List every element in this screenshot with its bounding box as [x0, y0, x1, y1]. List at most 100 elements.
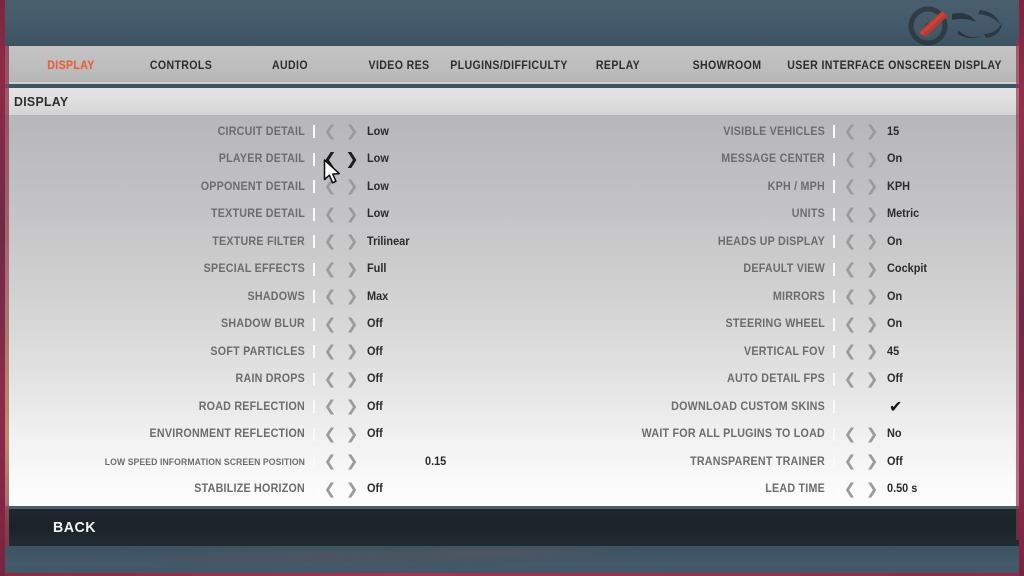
setting-stepper[interactable]: ❮ ❯ — [319, 316, 363, 332]
chevron-left-icon[interactable]: ❮ — [319, 399, 341, 414]
setting-stepper[interactable]: ❮ ❯ — [839, 344, 883, 359]
tab-audio[interactable]: AUDIO — [229, 46, 350, 84]
setting-row[interactable]: WAIT FOR ALL PLUGINS TO LOAD ❮ ❯ No — [535, 421, 1015, 449]
setting-stepper[interactable]: ❮ ❯ — [319, 179, 363, 194]
chevron-left-icon[interactable]: ❮ — [839, 234, 861, 249]
chevron-left-icon[interactable]: ❮ — [839, 371, 861, 387]
setting-row[interactable]: ENVIRONMENT REFLECTION ❮ ❯ Off — [15, 421, 495, 449]
chevron-right-icon[interactable]: ❯ — [861, 344, 883, 359]
chevron-right-icon[interactable]: ❯ — [341, 399, 363, 414]
setting-row[interactable]: VERTICAL FOV ❮ ❯ 45 — [535, 338, 1015, 366]
setting-row[interactable]: VISIBLE VEHICLES ❮ ❯ 15 — [535, 118, 1015, 146]
setting-stepper[interactable]: ❮ ❯ — [839, 454, 883, 469]
setting-row[interactable]: DEFAULT VIEW ❮ ❯ Cockpit — [535, 256, 1015, 284]
setting-row[interactable]: STABILIZE HORIZON ❮ ❯ Off — [15, 476, 495, 504]
setting-row[interactable]: TEXTURE FILTER ❮ ❯ Trilinear — [15, 228, 495, 256]
tab-display[interactable]: DISPLAY — [10, 46, 131, 84]
chevron-right-icon[interactable]: ❯ — [341, 371, 363, 387]
tab-replay[interactable]: REPLAY — [557, 46, 678, 84]
chevron-right-icon[interactable]: ❯ — [341, 454, 363, 469]
setting-stepper[interactable]: ❮ ❯ — [319, 454, 363, 469]
chevron-right-icon[interactable]: ❯ — [341, 234, 363, 249]
chevron-right-icon[interactable]: ❯ — [341, 426, 363, 442]
checkmark-icon[interactable]: ✔ — [889, 398, 902, 415]
chevron-left-icon[interactable]: ❮ — [839, 261, 861, 277]
chevron-right-icon[interactable]: ❯ — [341, 124, 363, 139]
chevron-left-icon[interactable]: ❮ — [839, 151, 861, 167]
setting-row[interactable]: OPPONENT DETAIL ❮ ❯ Low — [15, 173, 495, 201]
chevron-left-icon[interactable]: ❮ — [839, 289, 861, 304]
setting-row[interactable]: MIRRORS ❮ ❯ On — [535, 283, 1015, 311]
chevron-left-icon[interactable]: ❮ — [319, 454, 341, 469]
chevron-left-icon[interactable]: ❮ — [839, 426, 861, 442]
setting-row[interactable]: SHADOW BLUR ❮ ❯ Off — [15, 311, 495, 339]
setting-row[interactable]: RAIN DROPS ❮ ❯ Off — [15, 366, 495, 394]
setting-stepper[interactable]: ❮ ❯ — [319, 481, 363, 497]
chevron-right-icon[interactable]: ❯ — [861, 289, 883, 304]
chevron-right-icon[interactable]: ❯ — [341, 179, 363, 194]
setting-stepper[interactable]: ❮ ❯ — [319, 289, 363, 304]
setting-row[interactable]: LEAD TIME ❮ ❯ 0.50 s — [535, 476, 1015, 504]
chevron-left-icon[interactable]: ❮ — [319, 206, 341, 222]
chevron-right-icon[interactable]: ❯ — [341, 344, 363, 359]
setting-stepper[interactable]: ❮ ❯ — [839, 316, 883, 332]
setting-row[interactable]: LOW SPEED INFORMATION SCREEN POSITION ❮ ❯ 0… — [15, 448, 495, 476]
chevron-right-icon[interactable]: ❯ — [341, 289, 363, 304]
chevron-left-icon[interactable]: ❮ — [839, 481, 861, 497]
setting-row[interactable]: TEXTURE DETAIL ❮ ❯ Low — [15, 201, 495, 229]
chevron-left-icon[interactable]: ❮ — [319, 179, 341, 194]
setting-stepper[interactable]: ❮ ❯ — [319, 124, 363, 139]
setting-stepper[interactable]: ❮ ❯ — [319, 371, 363, 387]
chevron-right-icon[interactable]: ❯ — [861, 151, 883, 167]
setting-row[interactable]: STEERING WHEEL ❮ ❯ On — [535, 311, 1015, 339]
chevron-right-icon[interactable]: ❯ — [341, 206, 363, 222]
setting-row[interactable]: HEADS UP DISPLAY ❮ ❯ On — [535, 228, 1015, 256]
setting-row[interactable]: MESSAGE CENTER ❮ ❯ On — [535, 146, 1015, 174]
setting-row[interactable]: AUTO DETAIL FPS ❮ ❯ Off — [535, 366, 1015, 394]
chevron-left-icon[interactable]: ❮ — [839, 316, 861, 332]
chevron-left-icon[interactable]: ❮ — [839, 124, 861, 139]
chevron-left-icon[interactable]: ❮ — [319, 261, 341, 277]
chevron-right-icon[interactable]: ❯ — [861, 454, 883, 469]
setting-stepper[interactable]: ❮ ❯ — [839, 124, 883, 139]
setting-stepper[interactable]: ❮ ❯ — [839, 481, 883, 497]
chevron-left-icon[interactable]: ❮ — [319, 481, 341, 497]
setting-stepper[interactable]: ❮ ❯ — [319, 344, 363, 359]
chevron-left-icon[interactable]: ❮ — [319, 234, 341, 249]
chevron-left-icon[interactable]: ❮ — [319, 316, 341, 332]
setting-row[interactable]: ROAD REFLECTION ❮ ❯ Off — [15, 393, 495, 421]
chevron-left-icon[interactable]: ❮ — [319, 289, 341, 304]
setting-stepper[interactable]: ❮ ❯ — [319, 261, 363, 277]
chevron-right-icon[interactable]: ❯ — [861, 206, 883, 222]
chevron-right-icon[interactable]: ❯ — [341, 316, 363, 332]
setting-stepper[interactable]: ❮ ❯ — [839, 261, 883, 277]
setting-row[interactable]: SPECIAL EFFECTS ❮ ❯ Full — [15, 256, 495, 284]
setting-row[interactable]: CIRCUIT DETAIL ❮ ❯ Low — [15, 118, 495, 146]
setting-row[interactable]: KPH / MPH ❮ ❯ KPH — [535, 173, 1015, 201]
chevron-left-icon[interactable]: ❮ — [319, 344, 341, 359]
setting-stepper[interactable]: ❮ ❯ — [319, 399, 363, 414]
chevron-left-icon[interactable]: ❮ — [319, 124, 341, 139]
setting-stepper[interactable]: ❮ ❯ — [839, 151, 883, 167]
setting-stepper[interactable]: ❮ ❯ — [319, 234, 363, 249]
chevron-right-icon[interactable]: ❯ — [861, 426, 883, 442]
chevron-right-icon[interactable]: ❯ — [861, 234, 883, 249]
chevron-left-icon[interactable]: ❮ — [839, 344, 861, 359]
chevron-right-icon[interactable]: ❯ — [861, 179, 883, 194]
setting-stepper[interactable]: ❮ ❯ — [839, 289, 883, 304]
setting-stepper[interactable]: ❮ ❯ — [319, 206, 363, 222]
setting-row[interactable]: SOFT PARTICLES ❮ ❯ Off — [15, 338, 495, 366]
setting-row[interactable]: UNITS ❮ ❯ Metric — [535, 201, 1015, 229]
setting-stepper[interactable]: ❮ ❯ — [319, 426, 363, 442]
setting-row[interactable]: DOWNLOAD CUSTOM SKINS❮❯✔ — [535, 393, 1015, 421]
back-button[interactable]: BACK — [53, 509, 96, 547]
chevron-right-icon[interactable]: ❯ — [341, 151, 363, 167]
setting-stepper[interactable]: ❮ ❯ — [839, 234, 883, 249]
setting-row[interactable]: SHADOWS ❮ ❯ Max — [15, 283, 495, 311]
chevron-right-icon[interactable]: ❯ — [861, 124, 883, 139]
chevron-left-icon[interactable]: ❮ — [839, 179, 861, 194]
chevron-right-icon[interactable]: ❯ — [861, 316, 883, 332]
setting-stepper[interactable]: ❮ ❯ — [839, 179, 883, 194]
chevron-right-icon[interactable]: ❯ — [861, 481, 883, 497]
chevron-right-icon[interactable]: ❯ — [341, 481, 363, 497]
